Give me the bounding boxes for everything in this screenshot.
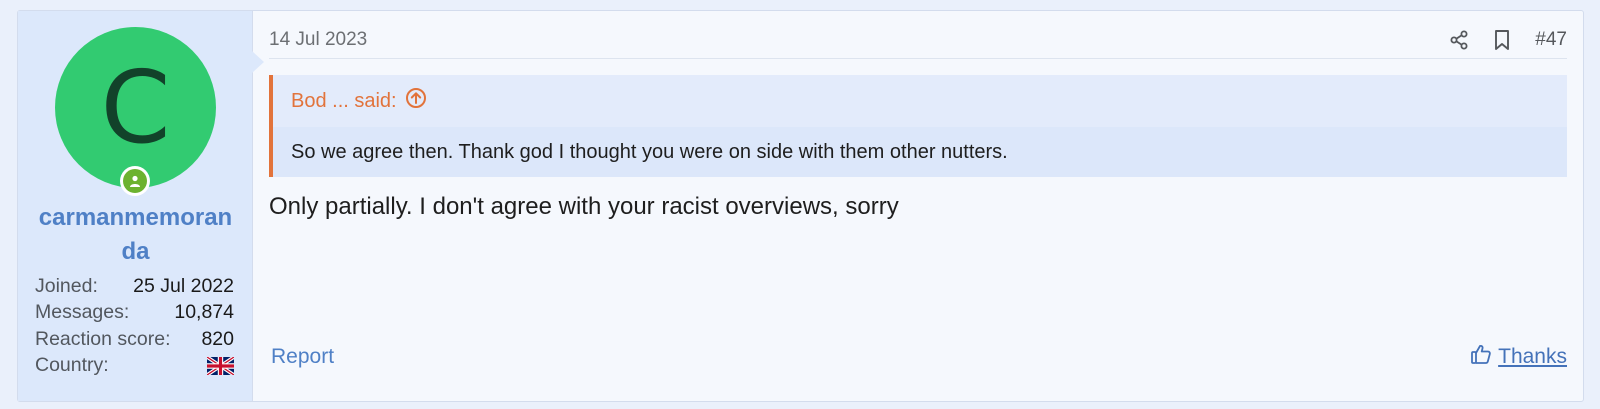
stat-value: 25 Jul 2022 [133, 274, 234, 297]
post-footer: Report Thanks [271, 343, 1567, 371]
quote-text: So we agree then. Thank god I thought yo… [273, 127, 1567, 177]
report-link[interactable]: Report [271, 345, 334, 369]
user-stats: Joined: 25 Jul 2022 Messages: 10,874 Rea… [35, 273, 234, 379]
stat-reaction-score: Reaction score: 820 [35, 326, 234, 353]
stat-label: Joined: [35, 274, 98, 297]
thumbs-up-icon [1470, 343, 1492, 371]
post-actions: #47 [1449, 19, 1567, 51]
user-info-panel: C carmanmemoranda Joined: 25 Jul 2022 Me… [18, 11, 264, 401]
bookmark-icon[interactable] [1493, 29, 1511, 51]
quote-block: Bod ... said: So we agree then. Thank go… [269, 75, 1567, 177]
avatar-letter: C [100, 48, 171, 166]
post-date[interactable]: 14 Jul 2023 [269, 19, 367, 51]
thanks-button[interactable]: Thanks [1470, 343, 1567, 371]
avatar[interactable]: C [55, 27, 216, 188]
stat-label: Country: [35, 354, 109, 377]
stat-label: Messages: [35, 301, 130, 324]
forum-post: C carmanmemoranda Joined: 25 Jul 2022 Me… [17, 10, 1584, 402]
post-header: 14 Jul 2023 #47 [269, 11, 1567, 59]
thanks-label: Thanks [1498, 345, 1567, 368]
online-status-icon [120, 166, 150, 196]
share-icon[interactable] [1449, 30, 1469, 50]
stat-value: 820 [201, 327, 234, 350]
post-number-link[interactable]: #47 [1535, 29, 1567, 51]
quote-source-link[interactable]: Bod ... said: [273, 75, 1567, 127]
post-content: 14 Jul 2023 #47 Bod ... said: So we agre… [253, 11, 1583, 401]
message-text: Only partially. I don't agree with your … [269, 193, 899, 220]
uk-flag-icon [207, 356, 234, 375]
quote-title: Bod ... said: [291, 89, 397, 112]
stat-country: Country: [35, 353, 234, 380]
stat-label: Reaction score: [35, 327, 171, 350]
arrow-up-circle-icon [405, 87, 427, 115]
stat-joined: Joined: 25 Jul 2022 [35, 273, 234, 300]
stat-messages: Messages: 10,874 [35, 300, 234, 327]
username-link[interactable]: carmanmemoranda [32, 201, 239, 269]
stat-value: 10,874 [174, 301, 234, 324]
